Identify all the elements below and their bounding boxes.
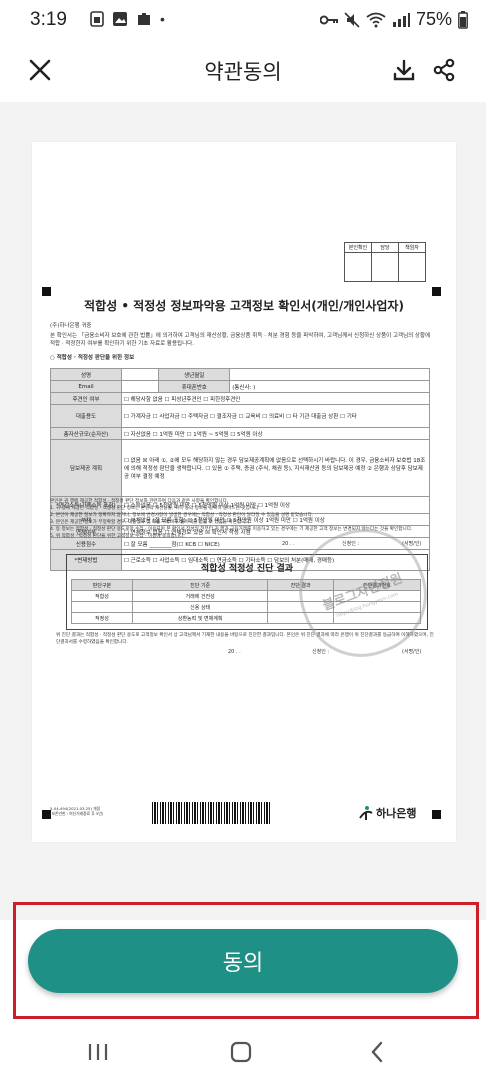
gallery-icon xyxy=(113,12,127,26)
registration-mark xyxy=(432,287,441,296)
app-header: 약관동의 xyxy=(0,40,486,102)
home-icon xyxy=(230,1041,252,1063)
diagnosis-sign: (서명/인) xyxy=(402,649,422,655)
table-row: 후견인 여부 ☐ 해당사항 없음 ☐ 피성년후견인 ☐ 피한정후견인 xyxy=(50,392,430,405)
diagnosis-date: 20 . . xyxy=(228,649,241,655)
approval-header: 책임자 xyxy=(398,242,426,253)
document-page: 본인확인 담당 책임자 적합성 • 적정성 정보파악용 고객정보 확인서(개인/… xyxy=(32,142,456,842)
back-icon xyxy=(371,1041,383,1063)
share-button[interactable] xyxy=(428,54,460,86)
barcode xyxy=(152,802,272,824)
notification-dot: • xyxy=(160,11,165,27)
hana-bank-icon xyxy=(359,806,373,820)
back-button[interactable] xyxy=(357,1038,397,1066)
approval-box: 본인확인 담당 책임자 xyxy=(344,242,426,282)
download-button[interactable] xyxy=(388,54,420,86)
lock-screen-icon xyxy=(90,11,104,27)
approval-header: 본인확인 xyxy=(344,242,372,253)
home-button[interactable] xyxy=(221,1038,261,1066)
share-icon xyxy=(433,58,455,82)
document-title: 적합성 • 적정성 정보파악용 고객정보 확인서(개인/개인사업자) xyxy=(84,299,404,313)
table-row: 담보제공 계획 ☐ 없음 ☒ 아래 ①, ②에 모두 해당하지 않는 경우 담보… xyxy=(50,439,430,497)
registration-mark xyxy=(42,287,51,296)
battery-text: 75% xyxy=(415,9,452,29)
status-bar: 3:19 • 75% xyxy=(0,0,486,40)
document-viewer[interactable]: 본인확인 담당 책임자 적합성 • 적정성 정보파악용 고객정보 확인서(개인/… xyxy=(0,102,486,920)
intro-text: 본 확인서는 「금융소비자 보호에 관한 법률」에 의거하여 고객님의 재산상황… xyxy=(50,333,431,347)
recent-apps-button[interactable] xyxy=(78,1038,118,1066)
battery-icon xyxy=(458,10,468,29)
agree-button[interactable]: 동의 xyxy=(28,929,458,993)
form-code: 5-04-494(2021.03.25) 개정 (보존년한 : 여신거래종료 후… xyxy=(50,806,104,816)
bank-name: 하나은행 xyxy=(376,807,417,820)
bank-logo: 하나은행 xyxy=(358,805,416,821)
signal-icon xyxy=(392,12,410,27)
table-row: 총자산규모(순자산) ☐ 자산없음 ☐ 1억원 미만 ☐ 1억원 ~ 5억원 ☐… xyxy=(50,427,430,440)
section-heading: ○ 적합성 · 적정성 판단을 위한 정보 xyxy=(50,355,135,361)
table-row: 대출용도 ☐ 가계자금 ☐ 사업자금 ☐ 주택자금 ☐ 결조자금 ☐ 교육비 ☐… xyxy=(50,404,430,428)
notification-icons: • xyxy=(90,11,165,27)
status-time: 3:19 xyxy=(30,9,67,30)
mute-icon xyxy=(344,11,360,28)
status-right: 75% xyxy=(319,9,468,30)
puzzle-icon xyxy=(138,13,150,25)
wifi-icon xyxy=(366,12,386,27)
navigation-bar xyxy=(0,1024,486,1080)
terms-document: 본인확인 담당 책임자 적합성 • 적정성 정보파악용 고객정보 확인서(개인/… xyxy=(32,142,456,842)
approval-header: 담당 xyxy=(371,242,399,253)
addressee: (주)하나은행 귀중 xyxy=(50,323,92,329)
sign-date: 20 . . xyxy=(282,541,295,547)
key-icon xyxy=(319,15,338,24)
recent-apps-icon xyxy=(88,1044,108,1060)
table-row: Email 휴대폰번호 (통신사: ) xyxy=(50,380,430,393)
download-icon xyxy=(393,59,415,81)
table-row: 성명 생년월일 xyxy=(50,368,430,381)
diagnosis-applicant: 신청인 : xyxy=(312,649,330,655)
registration-mark xyxy=(432,810,441,819)
